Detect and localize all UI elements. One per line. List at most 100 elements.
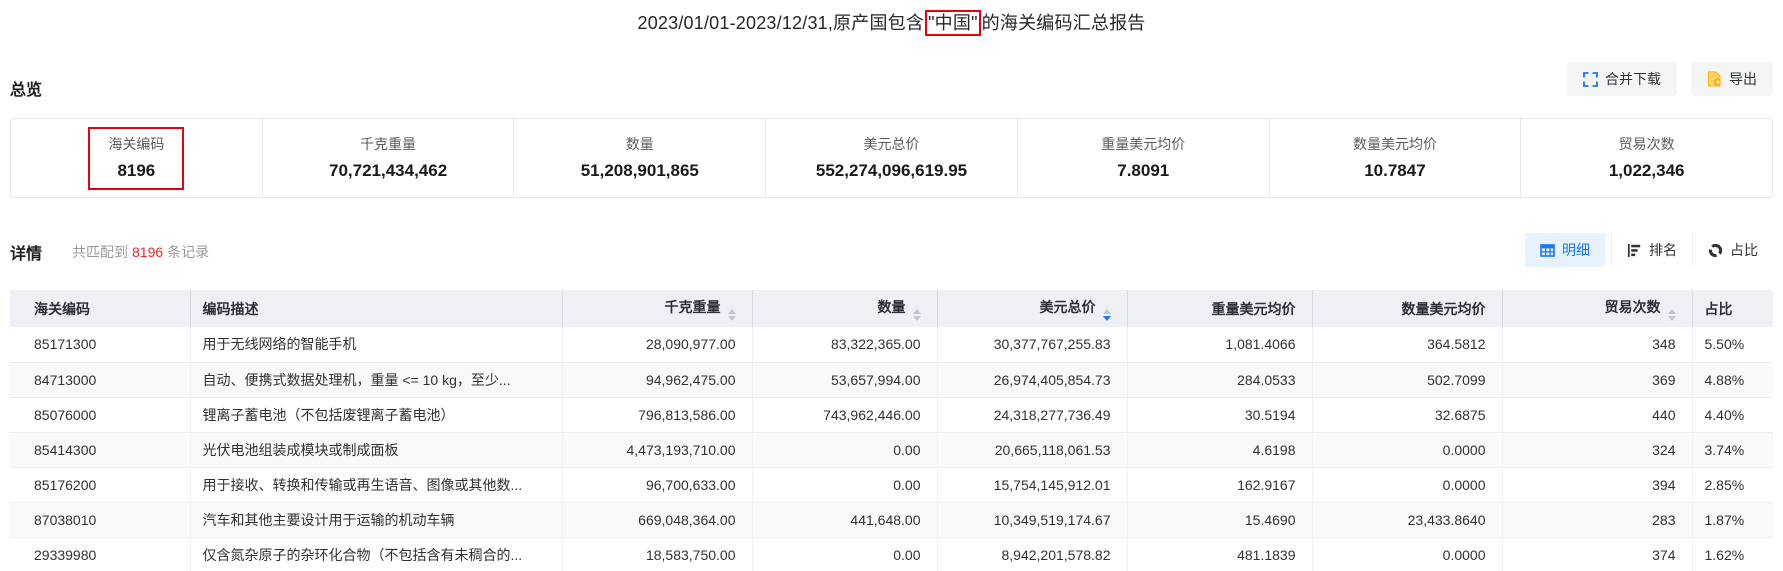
overview-heading: 总览 — [10, 82, 43, 99]
match-prefix: 共匹配到 — [72, 244, 128, 260]
stat-value: 7.8091 — [1117, 160, 1170, 180]
cell-description: 自动、便携式数据处理机，重量 <= 10 kg，至少... — [190, 362, 563, 398]
column-header-label: 贸易次数 — [1604, 298, 1661, 315]
donut-chart-icon — [1708, 243, 1723, 258]
stat-inner: 美元总价 552,274,096,619.95 — [798, 129, 985, 188]
stat-label: 数量 — [625, 135, 654, 152]
cell-usd-per-kg: 4.6198 — [1127, 432, 1313, 468]
title-highlight-text: "中国" — [928, 13, 978, 33]
title-highlight-annotation-box: "中国" — [925, 10, 981, 36]
column-header-label: 美元总价 — [1039, 298, 1096, 315]
stat-value: 70,721,434,462 — [328, 160, 448, 180]
cell-usd-per-qty: 0.0000 — [1312, 537, 1503, 571]
column-header-share: 占比 — [1692, 290, 1773, 327]
match-info: 共匹配到 8196 条记录 — [72, 242, 209, 262]
match-count: 8196 — [132, 244, 164, 260]
column-header-code: 海关编码 — [10, 290, 191, 327]
cell-code: 29339980 — [10, 537, 191, 571]
cell-quantity: 743,962,446.00 — [752, 397, 938, 433]
cell-usd-per-qty: 23,433.8640 — [1312, 502, 1503, 538]
table-row: 85171300 用于无线网络的智能手机 28,090,977.00 83,322,3… — [10, 327, 1773, 363]
stat-value: 1,022,346 — [1608, 160, 1685, 180]
title-prefix: 2023/01/01-2023/12/31,原产国包含 — [637, 13, 925, 33]
cell-code: 84713000 — [10, 362, 191, 398]
cell-usd-total: 20,665,118,061.53 — [937, 432, 1128, 468]
stat-label: 重量美元均价 — [1101, 135, 1186, 152]
view-toggle-ranking[interactable]: 排名 — [1611, 233, 1692, 267]
stat-value: 8196 — [117, 160, 156, 180]
stat-usd-per-qty: 数量美元均价 10.7847 — [1268, 119, 1521, 197]
table-row: 85076000 锂离子蓄电池（不包括废锂离子蓄电池） 796,813,586.00… — [10, 397, 1773, 433]
stat-usd-total: 美元总价 552,274,096,619.95 — [765, 119, 1017, 197]
table-row: 84713000 自动、便携式数据处理机，重量 <= 10 kg，至少... 94,… — [10, 362, 1773, 398]
cell-code: 85176200 — [10, 467, 191, 503]
cell-trade-count: 440 — [1502, 397, 1693, 433]
merge-download-button[interactable]: 合并下载 — [1567, 62, 1677, 96]
cell-weight-kg: 796,813,586.00 — [562, 397, 753, 433]
stat-value: 51,208,901,865 — [580, 160, 699, 180]
column-header-label: 占比 — [1704, 300, 1733, 317]
cell-weight-kg: 28,090,977.00 — [562, 327, 753, 363]
stat-value: 552,274,096,619.95 — [815, 160, 968, 180]
stat-label: 海关编码 — [108, 135, 165, 152]
column-header-usd-total[interactable]: 美元总价 — [937, 290, 1128, 327]
ranking-bars-icon — [1627, 243, 1642, 258]
cell-usd-per-qty: 364.5812 — [1312, 327, 1503, 363]
view-toggle-detail[interactable]: 明细 — [1525, 233, 1605, 267]
column-header-quantity[interactable]: 数量 — [752, 290, 938, 327]
cell-quantity: 53,657,994.00 — [752, 362, 938, 398]
cell-description: 光伏电池组装成模块或制成面板 — [190, 432, 563, 468]
export-button[interactable]: 导出 — [1691, 62, 1773, 96]
cell-description: 用于无线网络的智能手机 — [190, 327, 563, 363]
cell-description: 锂离子蓄电池（不包括废锂离子蓄电池） — [190, 397, 563, 433]
customs-report-page: 2023/01/01-2023/12/31,原产国包含 "中国" 的海关编码汇总报告… — [0, 0, 1783, 571]
sort-arrows-icon[interactable] — [1102, 308, 1111, 321]
cell-weight-kg: 96,700,633.00 — [562, 467, 753, 503]
cell-usd-total: 24,318,277,736.49 — [937, 397, 1128, 433]
cell-code: 87038010 — [10, 502, 191, 538]
stat-annotation-box: 海关编码 8196 — [88, 126, 185, 190]
cell-usd-total: 8,942,201,578.82 — [937, 537, 1128, 571]
column-header-usd-per-kg: 重量美元均价 — [1127, 290, 1313, 327]
view-toggle-share[interactable]: 占比 — [1692, 233, 1773, 267]
cell-usd-total: 10,349,519,174.67 — [937, 502, 1128, 538]
cell-usd-total: 26,974,405,854.73 — [937, 362, 1128, 398]
cell-share: 5.50% — [1692, 327, 1773, 363]
stat-inner: 重量美元均价 7.8091 — [1083, 129, 1203, 188]
cell-description: 用于接收、转换和传输或再生语音、图像或其他数... — [190, 467, 563, 503]
cell-usd-per-qty: 32.6875 — [1312, 397, 1503, 433]
stat-label: 美元总价 — [863, 135, 920, 152]
view-toggle-share-label: 占比 — [1730, 242, 1758, 258]
cell-trade-count: 283 — [1502, 502, 1693, 538]
cell-trade-count: 348 — [1502, 327, 1693, 363]
table-row: 85176200 用于接收、转换和传输或再生语音、图像或其他数... 96,700,… — [10, 467, 1773, 503]
cell-usd-total: 15,754,145,912.01 — [937, 467, 1128, 503]
table-icon — [1540, 243, 1555, 258]
cell-share: 1.87% — [1692, 502, 1773, 538]
cell-trade-count: 394 — [1502, 467, 1693, 503]
column-header-trade-count[interactable]: 贸易次数 — [1502, 290, 1693, 327]
overview-stats-card: 海关编码 8196 千克重量 70,721,434,462 数量 51,208,901,8… — [10, 118, 1773, 198]
cell-share: 4.88% — [1692, 362, 1773, 398]
cell-trade-count: 374 — [1502, 537, 1693, 571]
cell-quantity: 0.00 — [752, 432, 938, 468]
stat-value: 10.7847 — [1364, 160, 1426, 180]
export-file-icon — [1707, 71, 1722, 87]
table-row: 87038010 汽车和其他主要设计用于运输的机动车辆 669,048,364.00… — [10, 502, 1773, 538]
column-header-weight-kg[interactable]: 千克重量 — [562, 290, 753, 327]
sort-arrows-icon[interactable] — [912, 308, 921, 321]
stat-label: 数量美元均价 — [1352, 135, 1437, 152]
export-label: 导出 — [1729, 71, 1757, 87]
cell-description: 仅含氮杂原子的杂环化合物（不包括含有未稠合的... — [190, 537, 563, 571]
cell-usd-per-qty: 0.0000 — [1312, 432, 1503, 468]
cell-share: 2.85% — [1692, 467, 1773, 503]
page-title: 2023/01/01-2023/12/31,原产国包含 "中国" 的海关编码汇总报告 — [0, 9, 1783, 36]
column-header-label: 编码描述 — [202, 300, 259, 317]
cell-usd-per-kg: 1,081.4066 — [1127, 327, 1313, 363]
toolbar: 合并下载 导出 — [1567, 62, 1773, 96]
sort-arrows-icon[interactable] — [1667, 308, 1676, 321]
sort-arrows-icon[interactable] — [727, 308, 736, 321]
cell-usd-per-qty: 0.0000 — [1312, 467, 1503, 503]
stat-hs-code: 海关编码 8196 — [11, 119, 262, 197]
view-toggle-detail-label: 明细 — [1562, 242, 1590, 258]
